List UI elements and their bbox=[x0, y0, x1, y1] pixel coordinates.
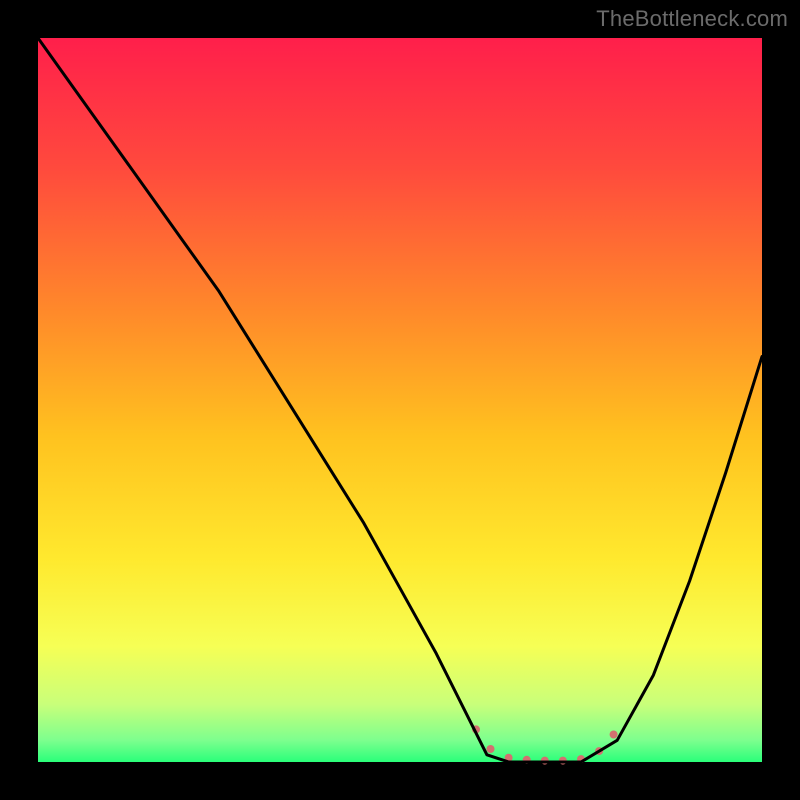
plot-background bbox=[38, 38, 762, 762]
optimum-dot bbox=[487, 745, 495, 753]
bottleneck-chart bbox=[0, 0, 800, 800]
optimum-dot bbox=[610, 731, 618, 739]
watermark-text: TheBottleneck.com bbox=[596, 6, 788, 32]
chart-container: { "watermark": "TheBottleneck.com", "cha… bbox=[0, 0, 800, 800]
